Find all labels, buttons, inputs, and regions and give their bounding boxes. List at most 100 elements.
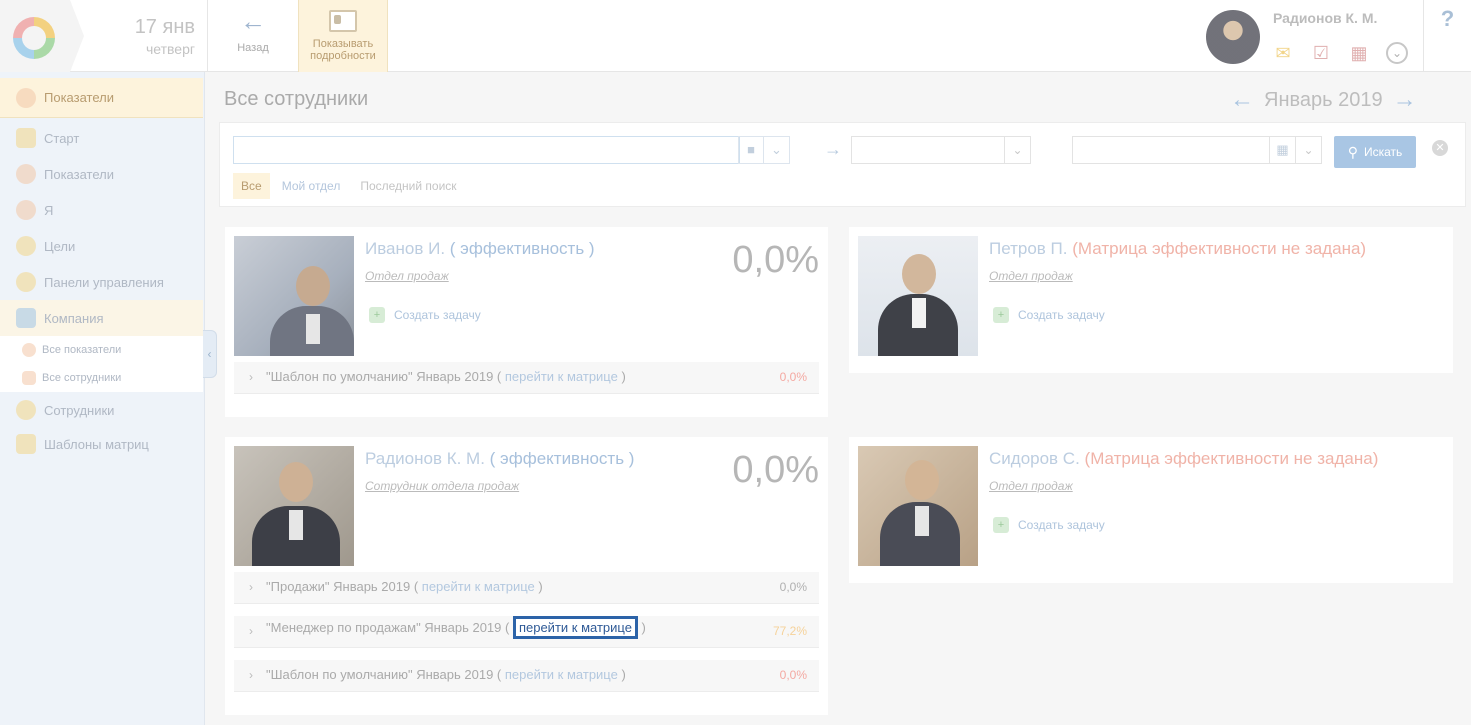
employee-photo[interactable] <box>858 236 978 356</box>
sidebar-item-start[interactable]: Старт <box>0 120 203 156</box>
tab-all[interactable]: Все <box>233 173 270 199</box>
goal-icon <box>16 236 36 256</box>
matrix-not-set-warning: (Матрица эффективности не задана) <box>1079 449 1379 468</box>
sidebar-item-all-indicators[interactable]: Все показатели <box>0 336 203 364</box>
chevron-down-icon[interactable]: ⌄ <box>764 137 789 163</box>
sidebar-item-label: Компания <box>44 310 104 326</box>
period-dropdown[interactable]: ⌄ <box>851 136 1031 164</box>
efficiency-link[interactable]: эффективность <box>460 239 584 258</box>
mail-icon[interactable]: ✉ <box>1272 42 1294 64</box>
logo-icon <box>13 17 55 59</box>
sidebar: Показатели Старт Показатели Я Цели Панел… <box>0 72 205 725</box>
sidebar-item-label: Панели управления <box>44 274 164 290</box>
grid-icon <box>16 128 36 148</box>
sidebar-item-indicators[interactable]: Показатели <box>0 156 203 192</box>
gauge-icon <box>16 87 36 108</box>
date-display: 17 янв четверг <box>90 0 208 72</box>
chevron-down-icon[interactable]: ⌄ <box>1004 137 1030 163</box>
matrix-value: 0,0% <box>779 668 807 682</box>
clear-icon[interactable]: ✕ <box>1432 140 1448 156</box>
paren-close: ) <box>534 579 543 594</box>
back-button[interactable]: ← Назад <box>210 0 296 72</box>
employee-name[interactable]: Сидоров С. <box>989 449 1080 468</box>
employee-name[interactable]: Петров П. <box>989 239 1068 258</box>
chevron-right-icon[interactable]: › <box>249 370 253 384</box>
sidebar-item-label: Все сотрудники <box>42 372 122 384</box>
month-nav: ← Январь 2019 → <box>1230 88 1417 112</box>
matrix-row[interactable]: › "Шаблон по умолчанию" Январь 2019 ( пе… <box>234 660 819 692</box>
paren-open: ( <box>445 239 461 258</box>
open-matrix-link[interactable]: перейти к матрице <box>505 369 618 384</box>
chevron-right-icon[interactable]: › <box>249 580 253 594</box>
tasks-icon[interactable]: ☑ <box>1310 42 1332 64</box>
add-task-icon: + <box>369 307 385 323</box>
create-task-button[interactable]: + Создать задачу <box>993 307 1105 323</box>
department-link[interactable]: Отдел продаж <box>365 269 449 283</box>
factory-icon <box>16 308 36 328</box>
user-name[interactable]: Радионов К. М. <box>1273 10 1377 26</box>
open-matrix-link[interactable]: перейти к матрице <box>505 667 618 682</box>
sidebar-item-matrix-templates[interactable]: Шаблоны матриц <box>0 426 203 462</box>
employee-photo[interactable] <box>234 236 354 356</box>
prev-month-icon[interactable]: ← <box>1230 88 1254 112</box>
employee-card: Петров П. (Матрица эффективности не зада… <box>849 227 1453 373</box>
open-matrix-link[interactable]: перейти к матрице <box>422 579 535 594</box>
open-matrix-link-highlighted[interactable]: перейти к матрице <box>512 616 638 639</box>
back-label: Назад <box>237 42 269 54</box>
paren-close: ) <box>624 449 635 468</box>
logo[interactable] <box>0 0 70 72</box>
search-button[interactable]: ⚲ Искать <box>1334 136 1416 168</box>
date-weekday: четверг <box>146 41 195 57</box>
details-icon <box>329 10 357 32</box>
employee-search-field[interactable] <box>233 136 740 164</box>
chevron-down-icon[interactable]: ⌄ <box>1386 42 1408 64</box>
user-icon <box>16 200 36 220</box>
employee-name[interactable]: Радионов К. М. <box>365 449 485 468</box>
help-button[interactable]: ? <box>1423 0 1471 72</box>
paren-close: ) <box>617 667 626 682</box>
employee-search-input[interactable] <box>234 137 734 163</box>
employee-card: Радионов К. М. ( эффективность ) Сотрудн… <box>225 437 828 715</box>
create-task-button[interactable]: + Создать задачу <box>993 517 1105 533</box>
employee-photo[interactable] <box>858 446 978 566</box>
matrix-row[interactable]: › "Продажи" Январь 2019 ( перейти к матр… <box>234 572 819 604</box>
employee-photo[interactable] <box>234 446 354 566</box>
tab-last-search[interactable]: Последний поиск <box>352 173 464 199</box>
next-month-icon[interactable]: → <box>1393 88 1417 112</box>
gauge-icon <box>16 164 36 184</box>
create-task-button[interactable]: + Создать задачу <box>369 307 481 323</box>
matrix-title-line: "Шаблон по умолчанию" Январь 2019 ( пере… <box>266 667 626 682</box>
sidebar-item-goals[interactable]: Цели <box>0 228 203 264</box>
matrix-title: "Шаблон по умолчанию" Январь 2019 ( <box>266 369 505 384</box>
user-picker-icon[interactable]: ■ <box>739 137 765 163</box>
department-dropdown[interactable]: ▦ ⌄ <box>1072 136 1322 164</box>
sidebar-collapse-button[interactable]: ‹ <box>203 330 217 378</box>
department-link[interactable]: Отдел продаж <box>989 479 1073 493</box>
department-link[interactable]: Отдел продаж <box>989 269 1073 283</box>
filter-tabs: Все Мой отдел Последний поиск <box>233 173 469 199</box>
sidebar-item-kpi-top[interactable]: Показатели <box>0 78 203 118</box>
sidebar-item-me[interactable]: Я <box>0 192 203 228</box>
sidebar-item-dashboards[interactable]: Панели управления <box>0 264 203 300</box>
search-icon: ⚲ <box>1347 143 1358 160</box>
sidebar-item-employees[interactable]: Сотрудники <box>0 392 203 428</box>
calendar-icon[interactable]: ▦ <box>1348 42 1370 64</box>
tab-my-department[interactable]: Мой отдел <box>274 173 349 199</box>
efficiency-link[interactable]: эффективность <box>500 449 624 468</box>
show-details-button[interactable]: Показывать подробности <box>298 0 388 72</box>
avatar[interactable] <box>1206 10 1260 64</box>
employee-name[interactable]: Иванов И. <box>365 239 445 258</box>
matrix-row[interactable]: › "Шаблон по умолчанию" Январь 2019 ( пе… <box>234 362 819 394</box>
chevron-right-icon[interactable]: › <box>249 624 253 638</box>
sidebar-item-all-employees[interactable]: Все сотрудники <box>0 364 203 392</box>
matrix-row[interactable]: › "Менеджер по продажам" Январь 2019 ( п… <box>234 616 819 648</box>
org-structure-icon[interactable]: ▦ <box>1269 137 1295 163</box>
arrow-right-icon: → <box>824 139 842 159</box>
template-icon <box>16 434 36 454</box>
chevron-right-icon[interactable]: › <box>249 668 253 682</box>
department-link[interactable]: Сотрудник отдела продаж <box>365 479 519 493</box>
logo-arrow <box>70 0 84 72</box>
chevron-down-icon[interactable]: ⌄ <box>1295 137 1321 163</box>
sidebar-item-company[interactable]: Компания <box>0 300 203 336</box>
sidebar-item-label: Показатели <box>44 166 114 182</box>
